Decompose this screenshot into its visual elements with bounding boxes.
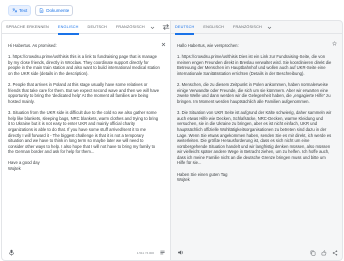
target-paragraph: 2. Menschen, die zu diesem Zeitpunkt in … (177, 82, 331, 104)
source-paragraph: 2. People that arrives in Poland at this… (8, 82, 160, 104)
chevron-down-icon[interactable] (267, 25, 272, 30)
tab-source-german[interactable]: DEUTSCH (88, 21, 107, 34)
chevron-down-icon[interactable] (150, 25, 155, 30)
text-mode-button[interactable]: Text (8, 5, 32, 16)
tab-target-german[interactable]: DEUTSCH (175, 21, 195, 35)
target-paragraph: Wojtek (177, 177, 190, 183)
source-paragraph: Hi Habertus. As promised: (8, 43, 57, 48)
close-icon[interactable] (161, 42, 166, 47)
tab-target-english[interactable]: ENGLISCH (203, 21, 224, 34)
share-icon[interactable] (332, 250, 338, 256)
tab-detect-language[interactable]: SPRACHE ERKENNEN (6, 21, 49, 34)
document-icon (40, 8, 44, 13)
mode-switcher: Text Dokumente (8, 5, 74, 16)
tab-source-french[interactable]: FRANZÖSISCH (116, 21, 145, 34)
translation-tools (310, 250, 338, 256)
source-paragraph: 3. Situation from the UKR side is diffic… (8, 110, 159, 155)
tools-icon[interactable] (159, 249, 166, 256)
translate-icon (12, 8, 17, 13)
target-paragraph: 1. https://crowdsu.prime/us/thisis Dies … (177, 54, 332, 76)
source-text-input[interactable]: Hi Habertus. As promised: 1. https://cro… (8, 43, 160, 172)
tab-source-english[interactable]: ENGLISCH (57, 21, 79, 35)
source-panel: SPRACHE ERKENNEN ENGLISCH DEUTSCH FRANZÖ… (1, 20, 171, 261)
target-panel: DEUTSCH ENGLISCH FRANZÖSISCH Hallo Haber… (171, 20, 343, 261)
char-count: 1.511 / 5.000 (136, 251, 154, 255)
rate-icon[interactable] (321, 250, 327, 256)
translation-output: Hallo Habertus, wie versprochen: 1. http… (177, 43, 332, 183)
star-icon[interactable] (332, 41, 337, 46)
target-paragraph: Hallo Habertus, wie versprochen: (177, 43, 239, 48)
source-paragraph: 1. https://crowdsu.prime/us/thisis this … (8, 54, 160, 76)
documents-mode-button[interactable]: Dokumente (35, 5, 74, 16)
swap-icon[interactable] (162, 23, 170, 31)
source-language-tabs: SPRACHE ERKENNEN ENGLISCH DEUTSCH FRANZÖ… (2, 21, 170, 35)
text-mode-label: Text (19, 8, 28, 13)
copy-icon[interactable] (310, 250, 316, 256)
target-language-tabs: DEUTSCH ENGLISCH FRANZÖSISCH (171, 21, 342, 35)
documents-mode-label: Dokumente (46, 8, 70, 13)
source-paragraph: Wojtek (8, 166, 21, 172)
target-paragraph: 3. Die Situation von UKR Seite ist aufgr… (177, 110, 332, 166)
mic-icon[interactable] (8, 249, 15, 256)
tab-target-french[interactable]: FRANZÖSISCH (233, 21, 262, 34)
speaker-icon[interactable] (177, 249, 184, 256)
